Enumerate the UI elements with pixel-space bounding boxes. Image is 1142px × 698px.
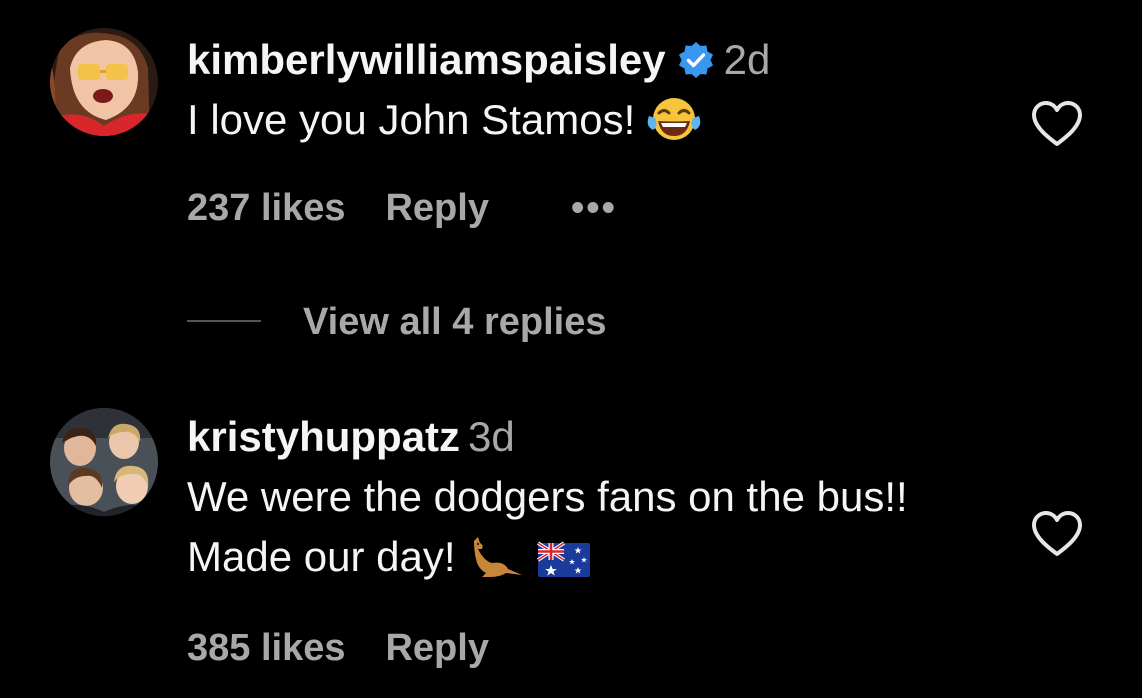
comment-text: I love you John Stamos! [187,90,967,150]
avatar-image [50,28,158,136]
heart-like-icon[interactable] [1030,510,1084,558]
comment-actions: 237 likes Reply ••• [187,186,617,230]
replies-divider-line [187,320,261,322]
timestamp: 3d [468,413,515,460]
kangaroo-icon [473,537,522,577]
flag-australia-icon [536,541,590,577]
avatar[interactable] [50,408,158,516]
comment-header: kimberlywilliamspaisley 2d [187,36,770,84]
timestamp: 2d [723,36,771,83]
comment-item: kristyhuppatz 3d We were the dodgers fans… [0,395,1142,698]
username[interactable]: kristyhuppatz [187,413,460,460]
avatar[interactable] [50,28,158,136]
more-options-button[interactable]: ••• [571,187,617,229]
likes-count[interactable]: 237 likes [187,187,345,229]
verified-badge-icon [678,42,713,78]
comment-actions: 385 likes Reply [187,626,489,670]
likes-count[interactable]: 385 likes [187,627,345,669]
avatar-image [50,408,158,516]
comment-body: I love you John Stamos! [187,96,636,143]
heart-like-icon[interactable] [1030,100,1084,148]
view-replies-label[interactable]: View all 4 replies [303,300,606,344]
comment-item: kimberlywilliamspaisley 2d I love you Jo… [0,0,1142,343]
face-with-tears-of-joy-icon [647,98,701,140]
username[interactable]: kimberlywilliamspaisley [187,36,666,83]
comment-text: We were the dodgers fans on the bus!! Ma… [187,467,967,587]
reply-button[interactable]: Reply [385,187,488,229]
comment-header: kristyhuppatz 3d [187,413,515,461]
reply-button[interactable]: Reply [385,627,488,669]
